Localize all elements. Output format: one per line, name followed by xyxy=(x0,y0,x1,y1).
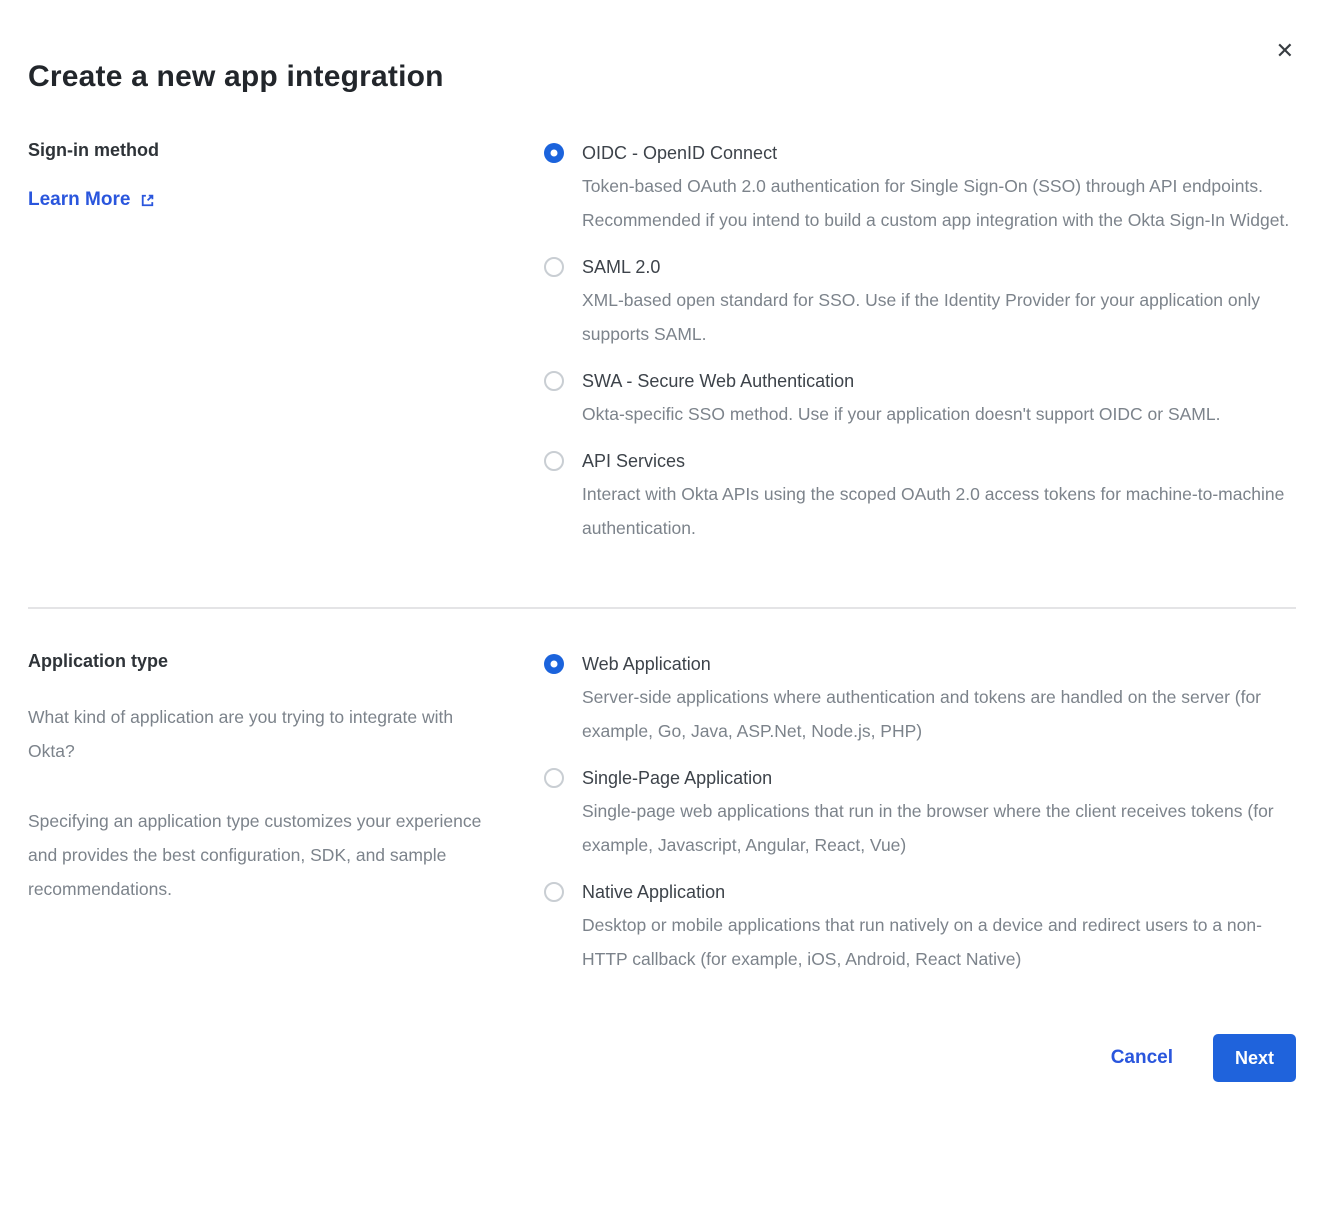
application-type-left-column: Application type What kind of applicatio… xyxy=(28,651,498,976)
option-text: OIDC - OpenID Connect Token-based OAuth … xyxy=(582,140,1296,237)
signin-method-section: Sign-in method Learn More OIDC - OpenID … xyxy=(28,140,1296,545)
close-button[interactable]: ✕ xyxy=(1272,36,1298,66)
option-label: Native Application xyxy=(582,879,1296,905)
external-link-icon xyxy=(139,192,156,209)
section-divider xyxy=(28,607,1296,609)
option-text: Web Application Server-side applications… xyxy=(582,651,1296,748)
option-description: Okta-specific SSO method. Use if your ap… xyxy=(582,397,1220,431)
page-title: Create a new app integration xyxy=(28,60,1296,94)
radio-option-swa[interactable]: SWA - Secure Web Authentication Okta-spe… xyxy=(544,368,1296,431)
option-label: Single-Page Application xyxy=(582,765,1296,791)
option-label: Web Application xyxy=(582,651,1296,677)
option-text: SWA - Secure Web Authentication Okta-spe… xyxy=(582,368,1220,431)
signin-method-left-column: Sign-in method Learn More xyxy=(28,140,498,545)
option-description: Desktop or mobile applications that run … xyxy=(582,908,1296,976)
radio-option-api-services[interactable]: API Services Interact with Okta APIs usi… xyxy=(544,448,1296,545)
application-type-label: Application type xyxy=(28,651,498,672)
option-text: Native Application Desktop or mobile app… xyxy=(582,879,1296,976)
radio-selected-icon[interactable] xyxy=(544,654,564,674)
radio-unselected-icon[interactable] xyxy=(544,371,564,391)
radio-option-single-page-application[interactable]: Single-Page Application Single-page web … xyxy=(544,765,1296,862)
option-label: OIDC - OpenID Connect xyxy=(582,140,1296,166)
option-description: XML-based open standard for SSO. Use if … xyxy=(582,283,1296,351)
learn-more-label: Learn More xyxy=(28,189,130,211)
radio-option-oidc[interactable]: OIDC - OpenID Connect Token-based OAuth … xyxy=(544,140,1296,237)
option-description: Interact with Okta APIs using the scoped… xyxy=(582,477,1296,545)
option-text: API Services Interact with Okta APIs usi… xyxy=(582,448,1296,545)
create-app-integration-dialog: ✕ Create a new app integration Sign-in m… xyxy=(0,0,1332,1210)
option-description: Token-based OAuth 2.0 authentication for… xyxy=(582,169,1296,237)
radio-unselected-icon[interactable] xyxy=(544,451,564,471)
close-icon: ✕ xyxy=(1276,38,1294,63)
dialog-footer: Cancel Next xyxy=(28,1034,1296,1082)
radio-unselected-icon[interactable] xyxy=(544,882,564,902)
learn-more-link[interactable]: Learn More xyxy=(28,189,156,211)
option-label: API Services xyxy=(582,448,1296,474)
radio-selected-icon[interactable] xyxy=(544,143,564,163)
option-description: Server-side applications where authentic… xyxy=(582,680,1296,748)
radio-unselected-icon[interactable] xyxy=(544,768,564,788)
cancel-button[interactable]: Cancel xyxy=(1111,1047,1173,1069)
option-description: Single-page web applications that run in… xyxy=(582,794,1296,862)
radio-option-native-application[interactable]: Native Application Desktop or mobile app… xyxy=(544,879,1296,976)
next-button[interactable]: Next xyxy=(1213,1034,1296,1082)
signin-method-label: Sign-in method xyxy=(28,140,498,161)
application-type-options: Web Application Server-side applications… xyxy=(544,651,1296,976)
option-label: SWA - Secure Web Authentication xyxy=(582,368,1220,394)
option-text: Single-Page Application Single-page web … xyxy=(582,765,1296,862)
signin-method-options: OIDC - OpenID Connect Token-based OAuth … xyxy=(544,140,1296,545)
application-type-intro: What kind of application are you trying … xyxy=(28,700,498,768)
option-label: SAML 2.0 xyxy=(582,254,1296,280)
radio-option-web-application[interactable]: Web Application Server-side applications… xyxy=(544,651,1296,748)
radio-option-saml[interactable]: SAML 2.0 XML-based open standard for SSO… xyxy=(544,254,1296,351)
application-type-section: Application type What kind of applicatio… xyxy=(28,651,1296,976)
radio-unselected-icon[interactable] xyxy=(544,257,564,277)
option-text: SAML 2.0 XML-based open standard for SSO… xyxy=(582,254,1296,351)
application-type-detail: Specifying an application type customize… xyxy=(28,804,498,906)
